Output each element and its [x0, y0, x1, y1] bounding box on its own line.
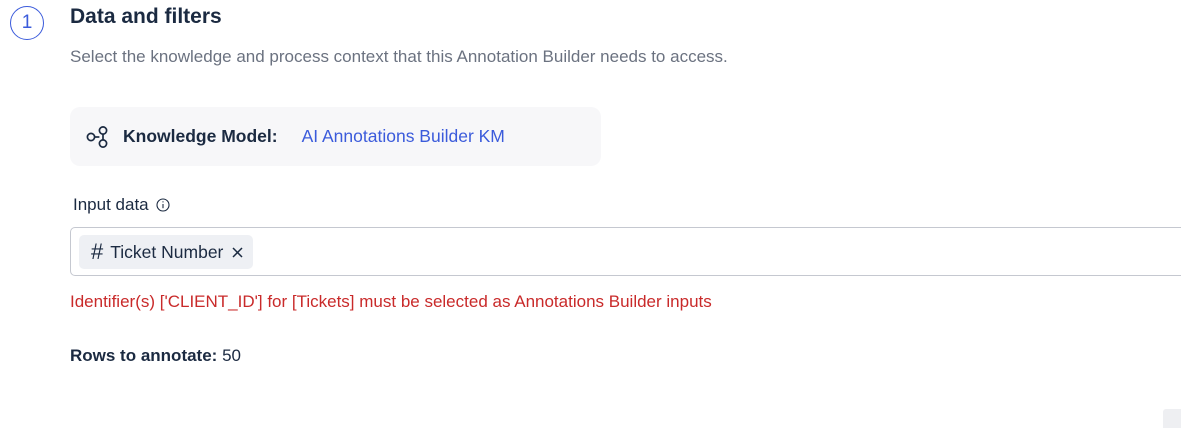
rows-to-annotate: Rows to annotate: 50	[70, 346, 241, 366]
section-description: Select the knowledge and process context…	[70, 47, 728, 66]
input-data-label-row: Input data	[73, 195, 170, 215]
chip-label: Ticket Number	[110, 241, 224, 262]
step-number-badge: 1	[10, 6, 44, 40]
knowledge-model-label: Knowledge Model:	[123, 126, 278, 146]
data-and-filters-section: 1 Data and filters Select the knowledge …	[0, 0, 1181, 428]
scrollbar-corner[interactable]	[1163, 409, 1181, 428]
knowledge-model-link[interactable]: AI Annotations Builder KM	[302, 126, 505, 147]
hash-icon: #	[91, 239, 104, 264]
info-icon[interactable]	[156, 198, 170, 212]
rows-to-annotate-value: 50	[222, 346, 241, 365]
rows-to-annotate-label: Rows to annotate:	[70, 346, 218, 365]
knowledge-model-icon	[85, 124, 111, 150]
selected-chip-ticket-number: # Ticket Number	[79, 235, 254, 269]
close-icon[interactable]	[231, 246, 244, 259]
knowledge-model-card: Knowledge Model: AI Annotations Builder …	[70, 107, 601, 166]
input-data-multiselect[interactable]: # Ticket Number	[70, 227, 1181, 276]
section-title: Data and filters	[70, 5, 222, 28]
validation-error-message: Identifier(s) ['CLIENT_ID'] for [Tickets…	[70, 292, 712, 311]
input-data-label: Input data	[73, 195, 149, 214]
